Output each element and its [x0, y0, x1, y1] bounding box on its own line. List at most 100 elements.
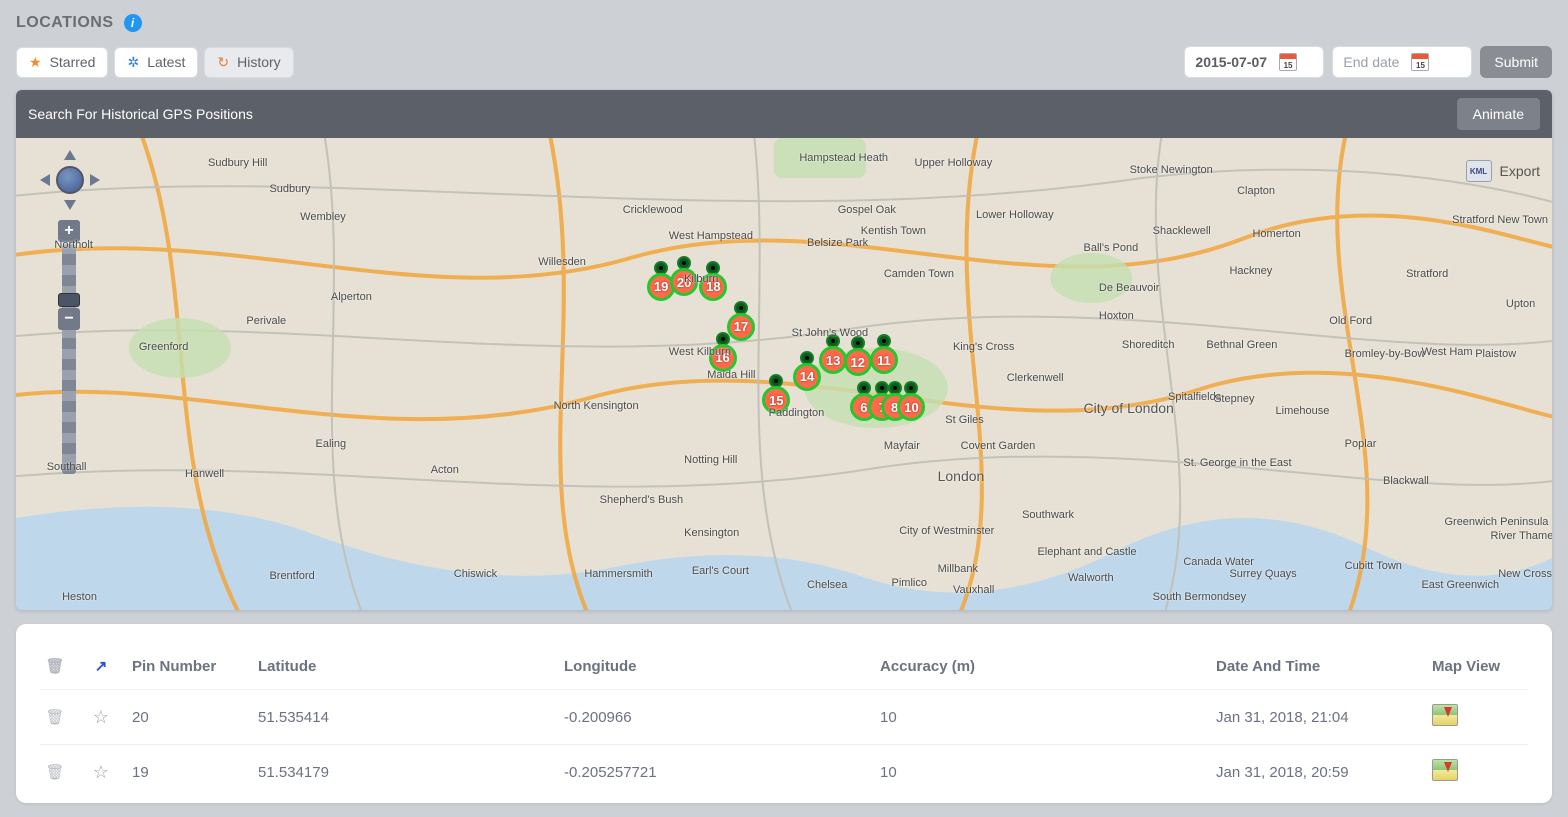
- map-place-label: Pimlico: [892, 577, 927, 589]
- cell-pin: 20: [132, 709, 242, 726]
- map-place-label: Camden Town: [884, 268, 954, 280]
- globe-icon[interactable]: [56, 166, 84, 194]
- trash-icon[interactable]: 🗑: [45, 764, 64, 781]
- map-place-label: Canada Water: [1183, 556, 1254, 568]
- map-place-label: Old Ford: [1329, 315, 1372, 327]
- map-place-label: Upton: [1506, 298, 1535, 310]
- tab-history-label: History: [237, 54, 281, 70]
- map-place-label: Kilburn: [684, 273, 718, 285]
- cell-lon: -0.200966: [564, 709, 864, 726]
- map-place-label: North Kensington: [554, 400, 639, 412]
- map-place-label: Upper Holloway: [915, 157, 993, 169]
- map-place-label: De Beauvoir: [1099, 282, 1160, 294]
- map-pin[interactable]: 10: [897, 381, 925, 421]
- map-place-label: Perivale: [246, 315, 286, 327]
- tab-latest-label: Latest: [147, 54, 185, 70]
- map-place-label: St Giles: [945, 414, 984, 426]
- pan-right-icon[interactable]: [90, 174, 100, 186]
- start-date-input[interactable]: 2015-07-07: [1184, 46, 1324, 78]
- map-place-label: Paddington: [769, 407, 825, 419]
- map-place-label: Chelsea: [807, 579, 847, 591]
- gmap-icon[interactable]: [1432, 759, 1458, 781]
- map-pan-control[interactable]: [40, 150, 100, 210]
- zoom-handle[interactable]: [59, 294, 79, 306]
- end-date-placeholder: End date: [1343, 54, 1399, 70]
- map-place-label: Plaistow: [1475, 348, 1516, 360]
- map-place-label: Kensington: [684, 527, 739, 539]
- map-place-label: Millbank: [938, 563, 978, 575]
- cell-lat: 51.534179: [258, 764, 548, 781]
- map-place-label: Shacklewell: [1153, 225, 1211, 237]
- pan-up-icon[interactable]: [64, 150, 76, 160]
- locations-table: 🗑 ↗ Pin Number Latitude Longitude Accura…: [16, 624, 1552, 803]
- map-place-label: New Cross: [1498, 568, 1552, 580]
- table-row: 🗑☆2051.535414-0.20096610Jan 31, 2018, 21…: [40, 689, 1528, 744]
- map-place-label: Covent Garden: [961, 440, 1036, 452]
- trash-icon[interactable]: 🗑: [45, 658, 64, 675]
- map-place-label: Elephant and Castle: [1037, 546, 1136, 558]
- map-zoom-control[interactable]: + −: [58, 218, 80, 332]
- start-date-value: 2015-07-07: [1195, 54, 1267, 70]
- pan-down-icon[interactable]: [64, 200, 76, 210]
- map-pin[interactable]: 14: [793, 351, 821, 391]
- map-canvas[interactable]: + − KML Export 1920181716151413121167810…: [16, 138, 1552, 610]
- map-place-label: Mayfair: [884, 440, 920, 452]
- map-place-label: Hoxton: [1099, 310, 1134, 322]
- map-place-label: Hampstead Heath: [799, 152, 888, 164]
- map-place-label: Heston: [62, 591, 97, 603]
- map-place-label: Bromley-by-Bow: [1345, 348, 1426, 360]
- calendar-icon: [1279, 53, 1297, 71]
- tab-latest[interactable]: ✲Latest: [114, 47, 198, 78]
- map-place-label: Alperton: [331, 291, 372, 303]
- map-place-label: St John's Wood: [792, 327, 869, 339]
- map-place-label: Stratford New Town: [1452, 214, 1548, 226]
- external-link-icon[interactable]: ↗: [95, 658, 108, 675]
- export-control[interactable]: KML Export: [1466, 160, 1540, 182]
- tab-history[interactable]: ↻History: [204, 47, 293, 78]
- map-pin[interactable]: 12: [844, 336, 872, 376]
- map-place-label: Lower Holloway: [976, 209, 1054, 221]
- cell-pin: 19: [132, 764, 242, 781]
- map-place-label: Northolt: [54, 239, 93, 251]
- map-place-label: Clerkenwell: [1007, 372, 1064, 384]
- map-pin[interactable]: 11: [870, 334, 898, 374]
- star-icon: ★: [29, 54, 42, 71]
- pan-left-icon[interactable]: [40, 174, 50, 186]
- map-place-label: West Hampstead: [669, 230, 753, 242]
- map-place-label: Willesden: [538, 256, 586, 268]
- pin-label: 10: [897, 393, 925, 421]
- map-place-label: Sudbury Hill: [208, 157, 267, 169]
- tab-starred-label: Starred: [50, 54, 96, 70]
- map-place-label: Bethnal Green: [1206, 339, 1277, 351]
- star-outline-icon[interactable]: ☆: [93, 762, 109, 782]
- map-place-label: Brentford: [269, 570, 314, 582]
- cell-lat: 51.535414: [258, 709, 548, 726]
- tab-group: ★ Starred ✲Latest ↻History: [16, 47, 294, 78]
- pin-label: 11: [870, 346, 898, 374]
- gmap-icon[interactable]: [1432, 704, 1458, 726]
- end-date-input[interactable]: End date: [1332, 46, 1472, 78]
- map-place-label: Cubitt Town: [1345, 560, 1402, 572]
- map-place-label: City of London: [1084, 400, 1174, 416]
- map-place-label: Hanwell: [185, 468, 224, 480]
- submit-button[interactable]: Submit: [1480, 46, 1552, 78]
- map-place-label: Earl's Court: [692, 565, 749, 577]
- map-place-label: Southall: [47, 461, 87, 473]
- map-place-label: London: [938, 468, 985, 484]
- trash-icon[interactable]: 🗑: [45, 709, 64, 726]
- col-date: Date And Time: [1216, 658, 1416, 675]
- col-map: Map View: [1432, 658, 1512, 675]
- zoom-out-button[interactable]: −: [58, 308, 80, 330]
- map-place-label: Blackwall: [1383, 475, 1429, 487]
- tab-starred[interactable]: ★ Starred: [16, 47, 108, 78]
- animate-button[interactable]: Animate: [1457, 98, 1540, 130]
- zoom-track[interactable]: [62, 244, 76, 474]
- cell-date: Jan 31, 2018, 21:04: [1216, 709, 1416, 726]
- pin-label: 12: [844, 348, 872, 376]
- cell-acc: 10: [880, 764, 1200, 781]
- star-outline-icon[interactable]: ☆: [93, 707, 109, 727]
- map-place-label: Ball's Pond: [1084, 242, 1139, 254]
- info-icon[interactable]: i: [124, 14, 142, 32]
- map-place-label: Shoreditch: [1122, 339, 1175, 351]
- table-row: 🗑☆1951.534179-0.20525772110Jan 31, 2018,…: [40, 744, 1528, 799]
